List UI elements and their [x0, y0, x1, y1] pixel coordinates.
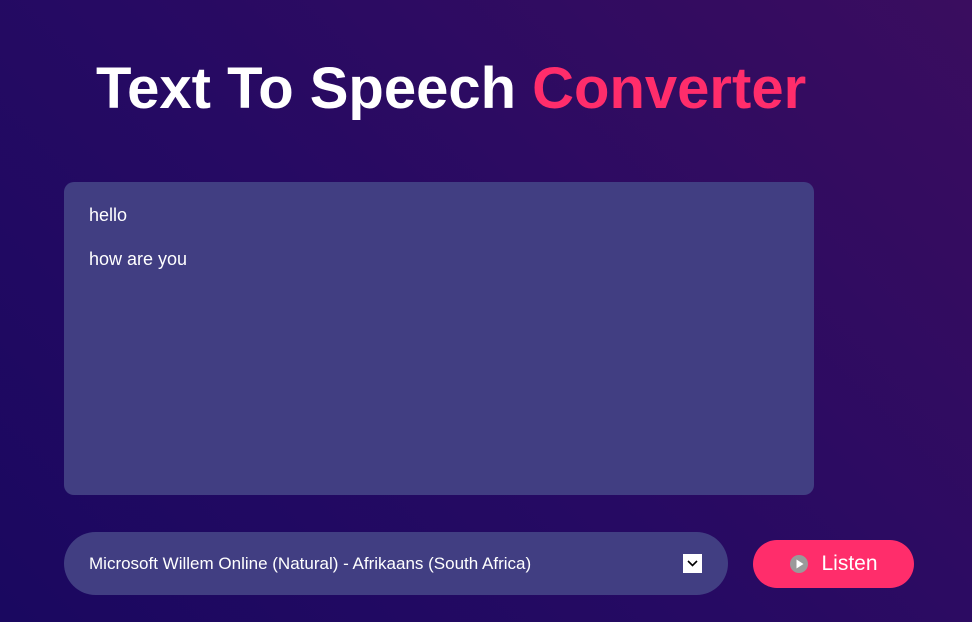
title-accent: Converter	[532, 56, 807, 121]
play-icon	[789, 554, 809, 574]
listen-button[interactable]: Listen	[753, 540, 914, 588]
voice-select[interactable]: Microsoft Willem Online (Natural) - Afri…	[64, 532, 728, 595]
listen-button-label: Listen	[821, 552, 878, 575]
voice-select-value: Microsoft Willem Online (Natural) - Afri…	[89, 553, 532, 573]
text-line: how are you	[89, 249, 188, 269]
text-input-area[interactable]: hello how are you	[64, 182, 814, 495]
page-title: Text To Speech Converter	[96, 54, 806, 124]
chevron-down-icon[interactable]	[683, 554, 702, 573]
title-main: Text To Speech	[96, 56, 517, 121]
text-line: hello	[89, 205, 128, 225]
